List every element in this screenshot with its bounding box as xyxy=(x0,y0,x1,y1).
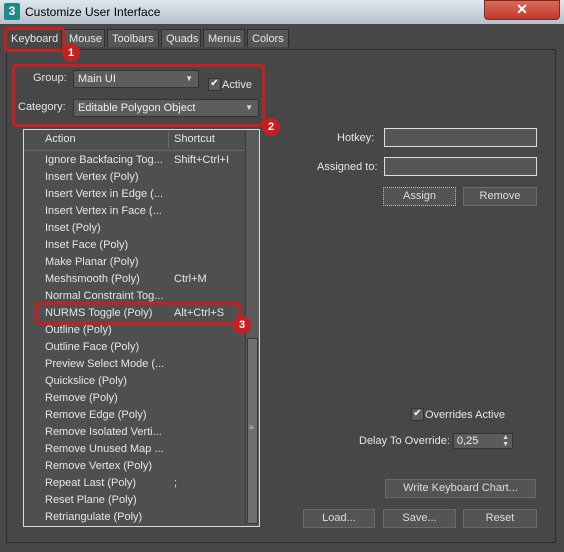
row-action: Remove Vertex (Poly) xyxy=(45,460,152,472)
list-row[interactable]: Insert Vertex in Edge (... xyxy=(24,186,245,203)
delay-spinner[interactable]: 0,25 ▲ ▼ xyxy=(453,433,513,449)
list-row[interactable]: Reset Plane (Poly) xyxy=(24,492,245,509)
row-action: Preview Select Mode (... xyxy=(45,358,165,370)
row-action: Ignore Backfacing Tog... xyxy=(45,154,163,166)
customize-ui-dialog: 3 Customize User Interface ✕ Keyboard Mo… xyxy=(0,0,564,552)
close-button[interactable]: ✕ xyxy=(484,0,560,20)
title-bar[interactable]: 3 Customize User Interface ✕ xyxy=(0,0,564,24)
list-row[interactable]: Make Planar (Poly) xyxy=(24,254,245,271)
load-button[interactable]: Load... xyxy=(303,509,375,528)
header-shortcut[interactable]: Shortcut xyxy=(174,133,215,145)
tab-colors[interactable]: Colors xyxy=(247,29,289,47)
row-action: Quickslice (Poly) xyxy=(45,375,127,387)
row-action: Remove (Poly) xyxy=(45,392,118,404)
list-row[interactable]: Insert Vertex (Poly) xyxy=(24,169,245,186)
list-row[interactable]: Meshsmooth (Poly) Ctrl+M xyxy=(24,271,245,288)
row-shortcut: Ctrl+M xyxy=(174,273,207,285)
list-row[interactable]: Preview Select Mode (... xyxy=(24,356,245,373)
scrollbar-thumb[interactable]: ≡ xyxy=(247,338,258,524)
list-row[interactable]: Insert Vertex in Face (... xyxy=(24,203,245,220)
row-action: Insert Vertex in Face (... xyxy=(45,205,162,217)
annotation-box-1 xyxy=(4,27,65,52)
annotation-box-2 xyxy=(12,64,265,127)
window-title: Customize User Interface xyxy=(25,5,161,19)
list-row[interactable]: Retriangulate (Poly) xyxy=(24,509,245,526)
delay-value: 0,25 xyxy=(457,435,479,447)
list-row[interactable]: Outline Face (Poly) xyxy=(24,339,245,356)
hotkey-label: Hotkey: xyxy=(337,132,375,144)
assign-button[interactable]: Assign xyxy=(383,187,456,206)
reset-button[interactable]: Reset xyxy=(463,509,537,528)
delay-label: Delay To Override: xyxy=(359,435,450,447)
row-action: Make Planar (Poly) xyxy=(45,256,139,268)
assigned-to-field[interactable] xyxy=(384,157,537,176)
row-action: Insert Vertex (Poly) xyxy=(45,171,139,183)
row-action: Retriangulate (Poly) xyxy=(45,511,143,523)
row-action: Insert Vertex in Edge (... xyxy=(45,188,164,200)
list-row[interactable]: Remove Vertex (Poly) xyxy=(24,458,245,475)
row-action: Meshsmooth (Poly) xyxy=(45,273,140,285)
remove-button[interactable]: Remove xyxy=(463,187,537,206)
list-row[interactable]: Remove Isolated Verti... xyxy=(24,424,245,441)
action-list[interactable]: Action Shortcut Ignore Backfacing Tog...… xyxy=(23,129,260,527)
list-row[interactable]: Remove Unused Map ... xyxy=(24,441,245,458)
overrides-active-label: Overrides Active xyxy=(425,409,506,421)
row-action: Outline Face (Poly) xyxy=(45,341,140,353)
row-shortcut: Shift+Ctrl+I xyxy=(174,154,230,166)
assigned-to-label: Assigned to: xyxy=(317,161,378,173)
list-header: Action Shortcut xyxy=(24,130,245,151)
list-row[interactable]: Remove Edge (Poly) xyxy=(24,407,245,424)
row-action: Repeat Last (Poly) xyxy=(45,477,137,489)
overrides-active-checkbox[interactable]: ✔ xyxy=(411,408,424,421)
list-row[interactable]: Repeat Last (Poly); xyxy=(24,475,245,492)
row-action: Remove Edge (Poly) xyxy=(45,409,147,421)
spinner-arrows-icon[interactable]: ▲ ▼ xyxy=(502,434,509,448)
list-row[interactable]: Quickslice (Poly) xyxy=(24,373,245,390)
row-action: Remove Unused Map ... xyxy=(45,443,164,455)
header-action[interactable]: Action xyxy=(45,133,76,145)
header-divider xyxy=(168,132,169,148)
tab-quads[interactable]: Quads xyxy=(161,29,201,47)
list-row[interactable]: Remove (Poly) xyxy=(24,390,245,407)
tab-menus[interactable]: Menus xyxy=(203,29,245,47)
write-keyboard-chart-button[interactable]: Write Keyboard Chart... xyxy=(385,479,536,498)
row-action: Inset (Poly) xyxy=(45,222,101,234)
save-button[interactable]: Save... xyxy=(383,509,456,528)
list-row[interactable]: Inset (Poly) xyxy=(24,220,245,237)
annotation-badge-2: 2 xyxy=(262,118,280,136)
annotation-box-3 xyxy=(35,302,241,325)
list-row[interactable]: Inset Face (Poly) xyxy=(24,237,245,254)
annotation-badge-3: 3 xyxy=(233,316,251,334)
list-row[interactable]: Ignore Backfacing Tog... Shift+Ctrl+I xyxy=(24,152,245,169)
hotkey-input[interactable] xyxy=(384,128,537,147)
row-action: Remove Isolated Verti... xyxy=(45,426,162,438)
grip-icon: ≡ xyxy=(249,423,254,432)
app-icon: 3 xyxy=(4,3,20,20)
row-action: Reset Plane (Poly) xyxy=(45,494,137,506)
row-action: Inset Face (Poly) xyxy=(45,239,129,251)
tab-toolbars[interactable]: Toolbars xyxy=(107,29,159,47)
annotation-badge-1: 1 xyxy=(62,44,80,62)
row-shortcut: ; xyxy=(174,477,178,489)
